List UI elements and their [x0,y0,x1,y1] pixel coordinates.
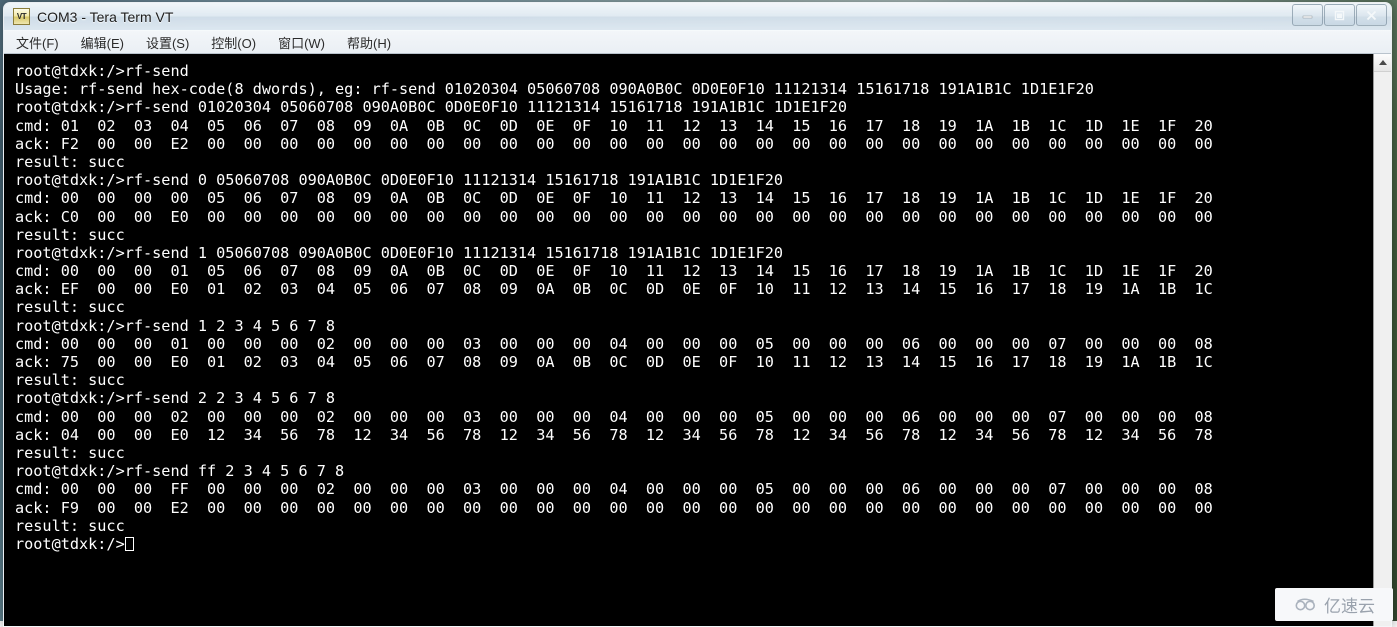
watermark: 亿速云 [1275,588,1393,621]
close-button[interactable] [1356,4,1387,26]
terminal-line: root@tdxk:/>rf-send 01020304 05060708 09… [15,98,1373,116]
terminal-line: result: succ [15,226,1373,244]
terminal-line: cmd: 00 00 00 02 00 00 00 02 00 00 00 03… [15,408,1373,426]
terminal-line: root@tdxk:/>rf-send [15,62,1373,80]
menu-window[interactable]: 窗口(W) [278,33,325,52]
terminal-cursor [125,537,134,551]
cloud-logo-icon [1293,596,1319,614]
close-icon [1365,10,1378,21]
terminal-line: result: succ [15,298,1373,316]
title-bar[interactable]: VT COM3 - Tera Term VT [4,3,1391,31]
tera-term-window: VT COM3 - Tera Term VT 文件(F) [3,2,1392,627]
terminal-prompt-line[interactable]: root@tdxk:/> [15,535,1373,553]
terminal-area: root@tdxk:/>rf-sendUsage: rf-send hex-co… [4,54,1391,627]
terminal-line: root@tdxk:/>rf-send 0 05060708 090A0B0C … [15,171,1373,189]
terminal-line: cmd: 00 00 00 01 00 00 00 02 00 00 00 03… [15,335,1373,353]
maximize-icon [1333,10,1346,21]
terminal-line: root@tdxk:/>rf-send ff 2 3 4 5 6 7 8 [15,462,1373,480]
maximize-button[interactable] [1324,4,1355,26]
window-title: COM3 - Tera Term VT [37,9,173,25]
terminal-line: cmd: 00 00 00 FF 00 00 00 02 00 00 00 03… [15,480,1373,498]
menu-setup[interactable]: 设置(S) [146,33,189,52]
window-controls [1291,4,1387,25]
terminal-prompt: root@tdxk:/> [15,535,125,553]
terminal-line: cmd: 00 00 00 01 05 06 07 08 09 0A 0B 0C… [15,262,1373,280]
terminal-line: ack: F2 00 00 E2 00 00 00 00 00 00 00 00… [15,135,1373,153]
menu-help[interactable]: 帮助(H) [347,33,391,52]
terminal-output[interactable]: root@tdxk:/>rf-sendUsage: rf-send hex-co… [4,54,1373,627]
terminal-line: cmd: 01 02 03 04 05 06 07 08 09 0A 0B 0C… [15,117,1373,135]
terminal-line: result: succ [15,371,1373,389]
vertical-scrollbar[interactable] [1373,54,1391,627]
terminal-line: ack: F9 00 00 E2 00 00 00 00 00 00 00 00… [15,499,1373,517]
terminal-line: root@tdxk:/>rf-send 2 2 3 4 5 6 7 8 [15,389,1373,407]
terminal-line: ack: 75 00 00 E0 01 02 03 04 05 06 07 08… [15,353,1373,371]
terminal-line: result: succ [15,517,1373,535]
terminal-line: root@tdxk:/>rf-send 1 05060708 090A0B0C … [15,244,1373,262]
minimize-icon [1301,10,1314,20]
menu-edit[interactable]: 编辑(E) [81,33,124,52]
terminal-line: result: succ [15,444,1373,462]
terminal-line: ack: EF 00 00 E0 01 02 03 04 05 06 07 08… [15,280,1373,298]
terminal-line: result: succ [15,153,1373,171]
scroll-up-button[interactable] [1374,54,1391,72]
terminal-line: ack: 04 00 00 E0 12 34 56 78 12 34 56 78… [15,426,1373,444]
scroll-up-arrow-icon [1379,60,1387,65]
terminal-line: cmd: 00 00 00 00 05 06 07 08 09 0A 0B 0C… [15,189,1373,207]
terminal-line: root@tdxk:/>rf-send 1 2 3 4 5 6 7 8 [15,317,1373,335]
app-icon: VT [13,8,30,25]
menu-control[interactable]: 控制(O) [211,33,256,52]
watermark-text: 亿速云 [1324,592,1375,617]
terminal-line: ack: C0 00 00 E0 00 00 00 00 00 00 00 00… [15,208,1373,226]
menu-file[interactable]: 文件(F) [16,33,59,52]
terminal-line: Usage: rf-send hex-code(8 dwords), eg: r… [15,80,1373,98]
menu-bar: 文件(F) 编辑(E) 设置(S) 控制(O) 窗口(W) 帮助(H) [4,31,1391,54]
minimize-button[interactable] [1292,4,1323,26]
